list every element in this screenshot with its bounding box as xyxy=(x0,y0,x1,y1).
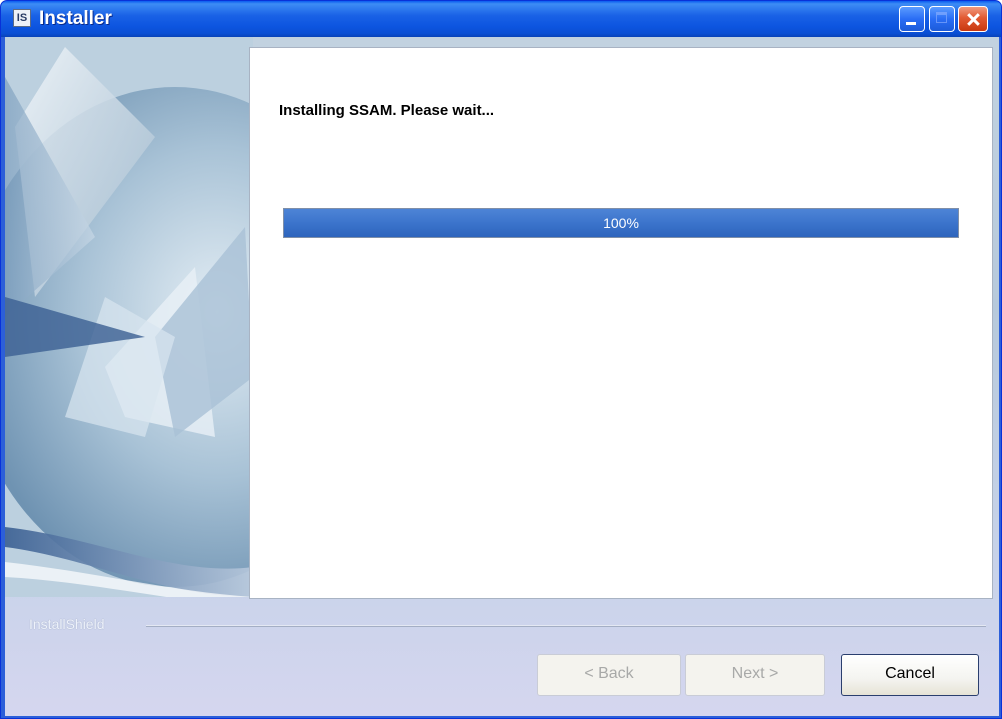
installshield-brand: InstallShield xyxy=(29,616,105,632)
maximize-icon xyxy=(936,12,947,23)
minimize-button[interactable] xyxy=(899,6,925,32)
next-button: Next > xyxy=(685,654,825,696)
divider xyxy=(146,625,986,627)
installshield-icon: IS xyxy=(13,9,31,27)
minimize-icon xyxy=(906,22,916,25)
brand-row: InstallShield xyxy=(5,615,999,635)
decorative-artwork xyxy=(5,37,253,597)
status-message: Installing SSAM. Please wait... xyxy=(279,102,495,119)
title-bar[interactable]: IS Installer xyxy=(1,1,1001,37)
content-panel: Installing SSAM. Please wait... 100% xyxy=(249,47,993,599)
window-title: Installer xyxy=(39,8,112,29)
close-button[interactable] xyxy=(958,6,988,32)
cancel-button[interactable]: Cancel xyxy=(841,654,979,696)
installer-window: IS Installer Installing SSAM. Please wai… xyxy=(0,0,1002,719)
progress-label: 100% xyxy=(603,215,639,231)
progress-bar: 100% xyxy=(283,208,959,238)
back-button: < Back xyxy=(537,654,681,696)
client-area: Installing SSAM. Please wait... 100% Ins… xyxy=(5,37,999,716)
maximize-button xyxy=(929,6,955,32)
